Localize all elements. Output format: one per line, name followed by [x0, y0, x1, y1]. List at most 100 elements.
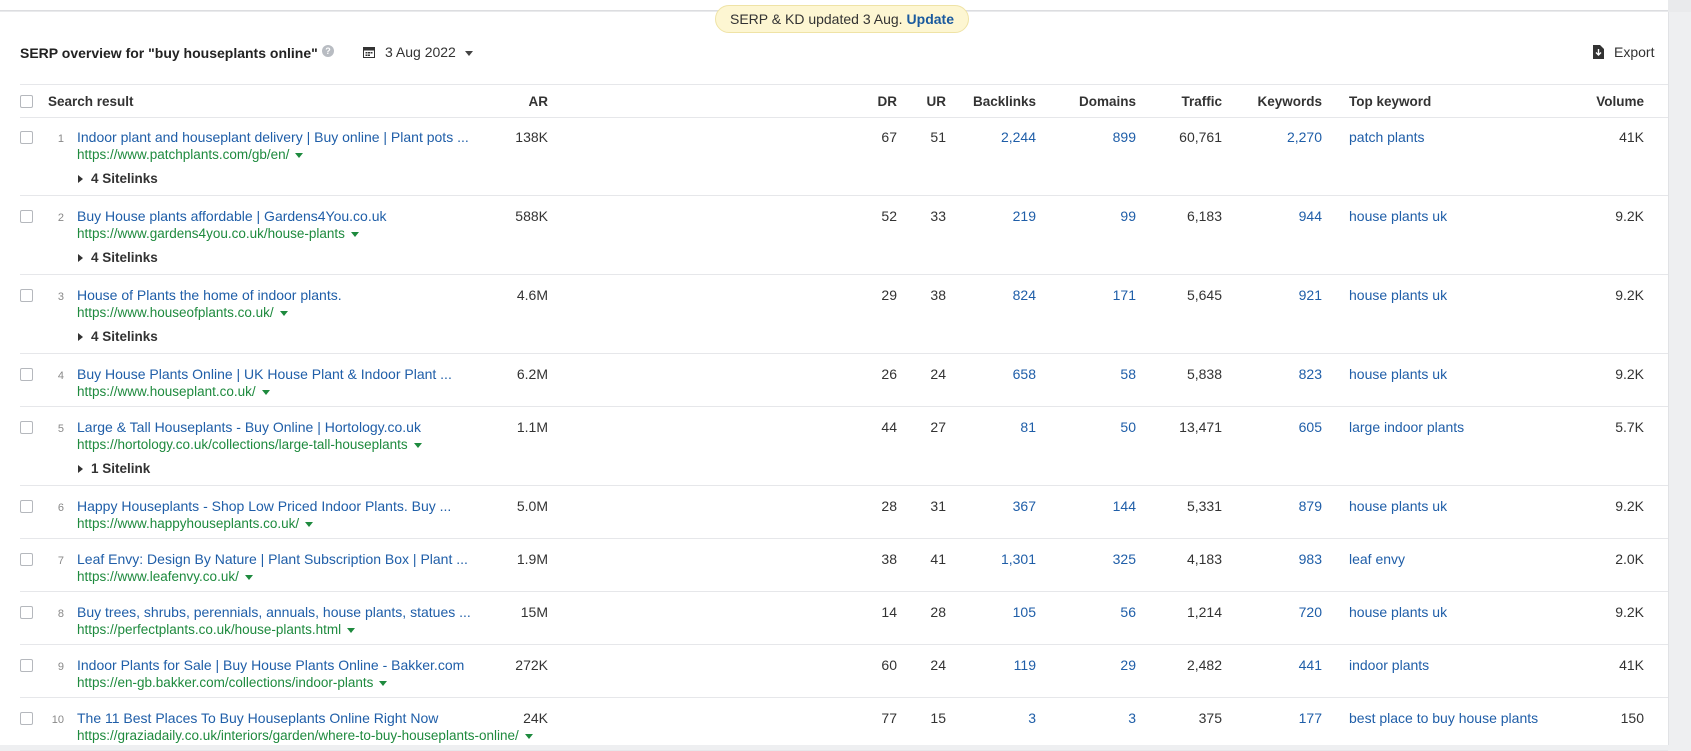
top-keyword-link[interactable]: patch plants [1349, 129, 1425, 145]
sitelinks-toggle[interactable]: 4 Sitelinks [78, 171, 158, 186]
col-volume[interactable]: Volume [1596, 94, 1644, 109]
domains-link[interactable]: 899 [1113, 129, 1136, 145]
domains-link[interactable]: 58 [1120, 366, 1136, 382]
row-checkbox[interactable] [20, 210, 33, 223]
domains-link[interactable]: 99 [1120, 208, 1136, 224]
caret-down-icon[interactable] [279, 310, 288, 316]
result-url-link[interactable]: https://hortology.co.uk/collections/larg… [77, 437, 422, 452]
col-backlinks[interactable]: Backlinks [973, 94, 1036, 109]
top-keyword-link[interactable]: house plants uk [1349, 366, 1447, 382]
domains-link[interactable]: 144 [1113, 498, 1136, 514]
keywords-link[interactable]: 177 [1299, 710, 1322, 726]
top-keyword-link[interactable]: best place to buy house plants [1349, 710, 1538, 726]
help-icon[interactable]: ? [322, 45, 334, 57]
backlinks-link[interactable]: 2,244 [1001, 129, 1036, 145]
sitelinks-toggle[interactable]: 4 Sitelinks [78, 250, 158, 265]
result-title-link[interactable]: The 11 Best Places To Buy Houseplants On… [77, 710, 438, 726]
backlinks-link[interactable]: 3 [1028, 710, 1036, 726]
top-keyword-link[interactable]: house plants uk [1349, 208, 1447, 224]
result-title-link[interactable]: Leaf Envy: Design By Nature | Plant Subs… [77, 551, 468, 567]
result-title-link[interactable]: Happy Houseplants - Shop Low Priced Indo… [77, 498, 451, 514]
keywords-link[interactable]: 605 [1299, 419, 1322, 435]
ar-value: 24K [523, 710, 548, 726]
domains-link[interactable]: 171 [1113, 287, 1136, 303]
result-url-link[interactable]: https://www.leafenvy.co.uk/ [77, 569, 253, 584]
caret-down-icon[interactable] [524, 733, 533, 739]
keywords-link[interactable]: 944 [1299, 208, 1322, 224]
top-keyword-link[interactable]: house plants uk [1349, 604, 1447, 620]
domains-link[interactable]: 3 [1128, 710, 1136, 726]
row-checkbox[interactable] [20, 421, 33, 434]
result-url-link[interactable]: https://en-gb.bakker.com/collections/ind… [77, 675, 388, 690]
result-url-link[interactable]: https://graziadaily.co.uk/interiors/gard… [77, 728, 533, 743]
col-top-keyword[interactable]: Top keyword [1349, 94, 1431, 109]
row-checkbox[interactable] [20, 553, 33, 566]
backlinks-link[interactable]: 81 [1020, 419, 1036, 435]
row-checkbox[interactable] [20, 289, 33, 302]
result-url-link[interactable]: https://www.houseofplants.co.uk/ [77, 305, 288, 320]
backlinks-link[interactable]: 105 [1013, 604, 1036, 620]
result-url-link[interactable]: https://perfectplants.co.uk/house-plants… [77, 622, 356, 637]
result-title-link[interactable]: Buy trees, shrubs, perennials, annuals, … [77, 604, 471, 620]
top-keyword-link[interactable]: house plants uk [1349, 287, 1447, 303]
ur-value: 41 [930, 551, 946, 567]
col-keywords[interactable]: Keywords [1257, 94, 1322, 109]
keywords-link[interactable]: 720 [1299, 604, 1322, 620]
caret-down-icon[interactable] [413, 442, 422, 448]
caret-down-icon[interactable] [261, 389, 270, 395]
top-keyword-link[interactable]: leaf envy [1349, 551, 1405, 567]
result-title-link[interactable]: Indoor plant and houseplant delivery | B… [77, 129, 469, 145]
domains-link[interactable]: 50 [1120, 419, 1136, 435]
result-url-link[interactable]: https://www.patchplants.com/gb/en/ [77, 147, 304, 162]
caret-down-icon[interactable] [244, 574, 253, 580]
top-keyword-link[interactable]: large indoor plants [1349, 419, 1464, 435]
result-title-link[interactable]: Large & Tall Houseplants - Buy Online | … [77, 419, 421, 435]
keywords-link[interactable]: 879 [1299, 498, 1322, 514]
sitelinks-toggle[interactable]: 1 Sitelink [78, 461, 150, 476]
update-link[interactable]: Update [907, 11, 954, 27]
backlinks-link[interactable]: 1,301 [1001, 551, 1036, 567]
domains-link[interactable]: 29 [1120, 657, 1136, 673]
keywords-link[interactable]: 441 [1299, 657, 1322, 673]
result-url-link[interactable]: https://www.happyhouseplants.co.uk/ [77, 516, 314, 531]
keywords-link[interactable]: 983 [1299, 551, 1322, 567]
col-search-result[interactable]: Search result [48, 94, 134, 109]
top-keyword-link[interactable]: house plants uk [1349, 498, 1447, 514]
select-all-checkbox[interactable] [20, 95, 33, 108]
caret-down-icon[interactable] [379, 680, 388, 686]
result-title-link[interactable]: Buy House plants affordable | Gardens4Yo… [77, 208, 387, 224]
result-title-link[interactable]: Buy House Plants Online | UK House Plant… [77, 366, 452, 382]
row-checkbox[interactable] [20, 659, 33, 672]
ur-value: 15 [930, 710, 946, 726]
backlinks-link[interactable]: 658 [1013, 366, 1036, 382]
col-dr[interactable]: DR [878, 94, 898, 109]
domains-link[interactable]: 325 [1113, 551, 1136, 567]
row-checkbox[interactable] [20, 368, 33, 381]
result-url-link[interactable]: https://www.houseplant.co.uk/ [77, 384, 270, 399]
keywords-link[interactable]: 921 [1299, 287, 1322, 303]
backlinks-link[interactable]: 824 [1013, 287, 1036, 303]
backlinks-link[interactable]: 367 [1013, 498, 1036, 514]
row-checkbox[interactable] [20, 500, 33, 513]
caret-down-icon[interactable] [295, 152, 304, 158]
result-title-link[interactable]: House of Plants the home of indoor plant… [77, 287, 342, 303]
caret-down-icon[interactable] [305, 521, 314, 527]
caret-down-icon[interactable] [347, 627, 356, 633]
row-checkbox[interactable] [20, 712, 33, 725]
result-url-link[interactable]: https://www.gardens4you.co.uk/house-plan… [77, 226, 359, 241]
keywords-link[interactable]: 823 [1299, 366, 1322, 382]
keywords-link[interactable]: 2,270 [1287, 129, 1322, 145]
col-domains[interactable]: Domains [1079, 94, 1136, 109]
domains-link[interactable]: 56 [1120, 604, 1136, 620]
col-ar[interactable]: AR [529, 94, 549, 109]
sitelinks-toggle[interactable]: 4 Sitelinks [78, 329, 158, 344]
col-traffic[interactable]: Traffic [1181, 94, 1222, 109]
caret-down-icon[interactable] [350, 231, 359, 237]
backlinks-link[interactable]: 119 [1014, 657, 1036, 673]
backlinks-link[interactable]: 219 [1013, 208, 1036, 224]
row-checkbox[interactable] [20, 131, 33, 144]
top-keyword-link[interactable]: indoor plants [1349, 657, 1429, 673]
row-checkbox[interactable] [20, 606, 33, 619]
result-title-link[interactable]: Indoor Plants for Sale | Buy House Plant… [77, 657, 464, 673]
col-ur[interactable]: UR [927, 94, 947, 109]
